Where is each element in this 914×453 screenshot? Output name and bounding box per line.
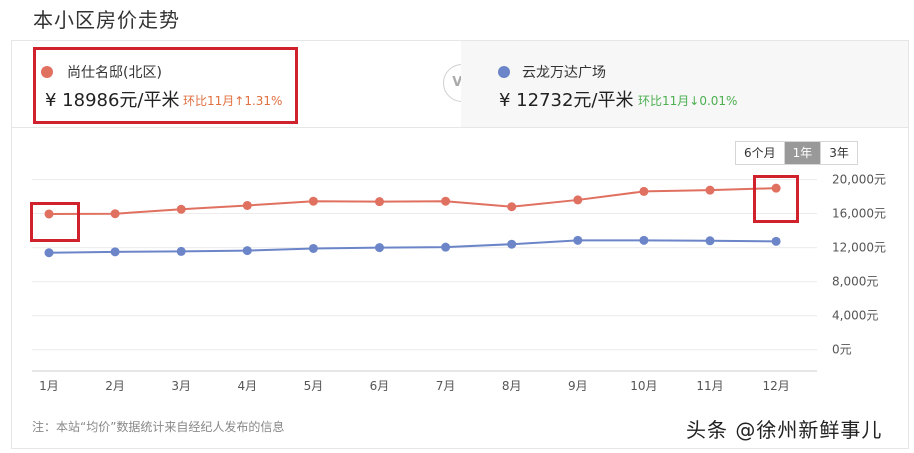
- y-tick-label: 8,000元: [832, 275, 878, 289]
- x-tick-label: 11月: [696, 379, 723, 393]
- y-tick-label: 4,000元: [832, 309, 878, 323]
- series-point-0: [375, 197, 384, 207]
- series-point-0: [573, 195, 583, 205]
- series-line-1: [48, 239, 777, 254]
- series-point-1: [441, 242, 451, 252]
- x-tick-label: 1月: [39, 379, 59, 393]
- series-point-0: [639, 186, 649, 196]
- series-point-1: [242, 246, 252, 256]
- x-tick-label: 7月: [436, 379, 456, 393]
- series-point-0: [176, 204, 186, 214]
- series-point-0: [308, 196, 318, 206]
- series-point-1: [573, 235, 583, 245]
- series-point-1: [771, 236, 781, 246]
- series-point-1: [176, 246, 186, 256]
- footnote: 注：本站“均价”数据统计来自经纪人发布的信息: [32, 420, 285, 434]
- x-tick-label: 10月: [630, 379, 657, 393]
- y-tick-label: 16,000元: [832, 207, 886, 221]
- x-tick-label: 3月: [171, 379, 191, 393]
- x-tick-label: 4月: [237, 379, 257, 393]
- x-tick-label: 5月: [304, 379, 324, 393]
- series-point-0: [441, 196, 451, 206]
- series-point-0: [507, 202, 517, 212]
- x-tick-label: 9月: [568, 379, 588, 393]
- series-point-1: [44, 248, 54, 258]
- series-line-0: [48, 187, 777, 215]
- y-tick-label: 20,000元: [832, 173, 886, 187]
- series-point-1: [375, 243, 384, 253]
- series-point-0: [110, 209, 120, 219]
- series-point-1: [308, 243, 318, 253]
- series-point-0: [705, 185, 715, 195]
- y-tick-label: 0元: [832, 343, 852, 357]
- x-tick-label: 6月: [370, 379, 390, 393]
- x-tick-label: 12月: [762, 379, 789, 393]
- x-tick-label: 8月: [502, 379, 522, 393]
- series-point-1: [705, 236, 715, 246]
- x-tick-label: 2月: [105, 379, 125, 393]
- series-point-1: [639, 235, 649, 245]
- series-point-1: [110, 247, 120, 257]
- highlight-box-jan-point: [30, 202, 80, 242]
- highlight-box-left-panel: [33, 47, 298, 124]
- series-point-0: [242, 200, 252, 210]
- watermark: 头条 @徐州新鲜事儿: [686, 418, 883, 442]
- y-tick-label: 12,000元: [832, 241, 886, 255]
- page-title: 本小区房价走势: [33, 8, 180, 32]
- series-point-1: [507, 239, 517, 249]
- highlight-box-dec-point: [753, 175, 799, 223]
